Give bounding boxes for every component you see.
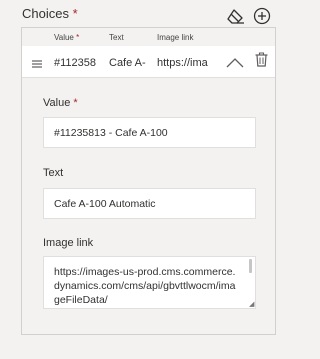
add-circle-icon[interactable]	[252, 6, 272, 26]
value-input[interactable]: #11235813 - Cafe A-100	[43, 117, 256, 148]
eraser-icon[interactable]	[226, 6, 246, 26]
row-image-link: https://ima	[157, 57, 208, 69]
column-header-value-required: *	[76, 33, 80, 42]
column-header-text: Text	[109, 33, 124, 42]
drag-handle-icon[interactable]	[32, 56, 42, 74]
textarea-scrollbar[interactable]	[249, 259, 252, 273]
required-indicator: *	[72, 6, 78, 21]
row-value: #112358	[54, 57, 97, 69]
column-header-value-label: Value	[54, 33, 74, 42]
text-input[interactable]: Cafe A-100 Automatic	[43, 188, 256, 219]
resize-handle-icon[interactable]: ◢	[249, 300, 254, 308]
image-link-textarea[interactable]: https://images-us-prod.cms.commerce.dyna…	[43, 256, 256, 309]
value-label-text: Value	[43, 97, 71, 109]
image-link-label: Image link	[43, 237, 94, 249]
column-header-image-link: Image link	[157, 33, 194, 42]
value-required-indicator: *	[73, 97, 78, 109]
trash-icon[interactable]	[255, 52, 268, 72]
row-text: Cafe A-	[109, 57, 146, 69]
chevron-up-icon[interactable]	[226, 55, 244, 73]
choices-title: Choices *	[22, 6, 78, 21]
value-label: Value *	[43, 97, 78, 109]
column-header-value: Value *	[54, 33, 79, 42]
text-label: Text	[43, 167, 64, 179]
choices-title-text: Choices	[22, 6, 69, 21]
